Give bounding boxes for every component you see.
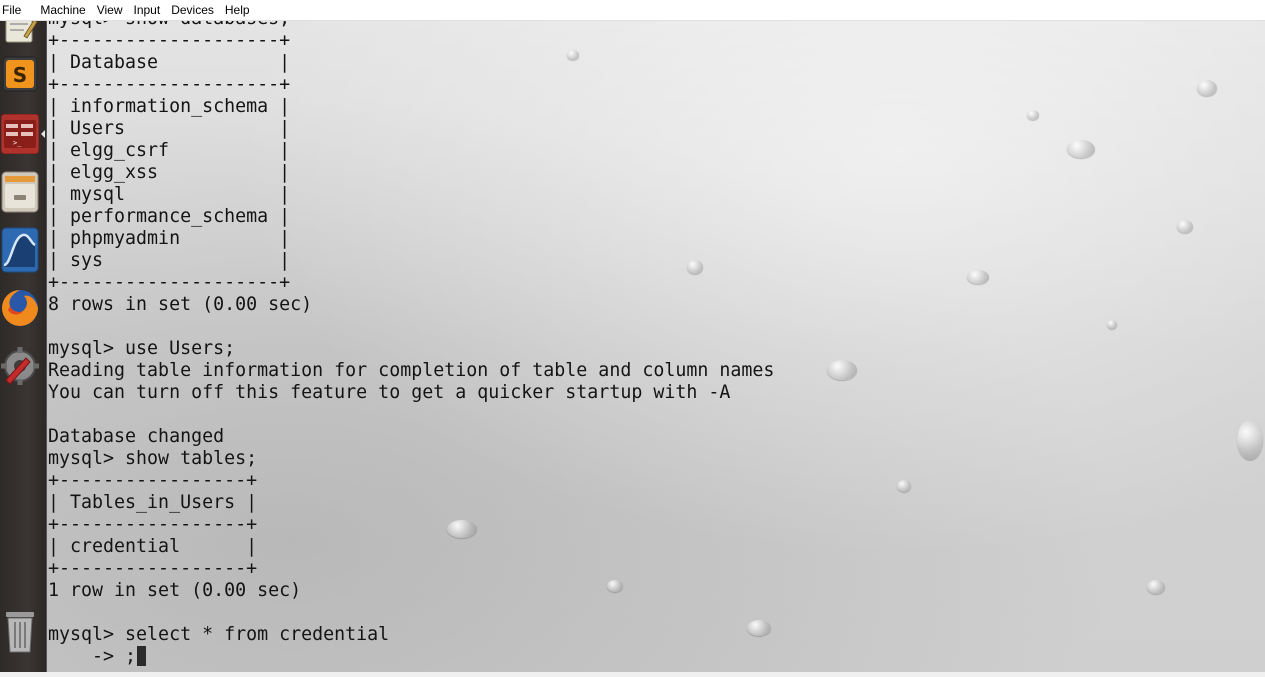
terminal-line: 1 row in set (0.00 sec) (48, 580, 302, 601)
menu-file[interactable]: File (0, 0, 28, 20)
terminal-line: | elgg_csrf | (48, 140, 291, 161)
sublime-text-icon[interactable]: S (0, 48, 40, 100)
terminal-line: mysql> select * from credential (48, 624, 390, 645)
raindrop (1237, 420, 1263, 460)
terminal-line: | performance_schema | (48, 206, 291, 227)
terminal-line: +--------------------+ (48, 74, 291, 95)
raindrop (1147, 580, 1165, 594)
menu-help[interactable]: Help (221, 0, 257, 20)
terminal-input-line[interactable]: -> ; (48, 646, 136, 667)
raindrop (827, 360, 857, 380)
terminal-line: +-----------------+ (48, 470, 258, 491)
terminal-line: mysql> show databases; (48, 20, 290, 29)
terminal-line: Database changed (48, 426, 225, 447)
trash-icon[interactable] (0, 605, 40, 657)
text-cursor (137, 646, 147, 666)
raindrop (1177, 220, 1193, 233)
system-settings-icon[interactable] (0, 340, 40, 392)
raindrop (967, 270, 989, 284)
terminal-line: 8 rows in set (0.00 sec) (48, 294, 313, 315)
raindrop (897, 480, 911, 492)
terminal-line: +-----------------+ (48, 514, 258, 535)
terminal-line: mysql> show tables; (48, 448, 258, 469)
terminal-output: mysql> show databases; +----------------… (48, 20, 774, 668)
vm-menu-bar: File Machine View Input Devices Help (0, 0, 1265, 21)
terminal-line: +--------------------+ (48, 30, 291, 51)
terminal-line: | credential | (48, 536, 258, 557)
terminal-line: mysql> use Users; (48, 338, 236, 359)
launcher-sidebar: S >_ (0, 7, 47, 677)
raindrop (1027, 110, 1039, 120)
terminal-line: | phpmyadmin | (48, 228, 291, 249)
wireshark-icon[interactable] (0, 224, 40, 276)
terminal-line: | information_schema | (48, 96, 291, 117)
terminal-line: | elgg_xss | (48, 162, 291, 183)
menu-input[interactable]: Input (130, 0, 168, 20)
terminal-line: Reading table information for completion… (48, 360, 775, 381)
menu-machine[interactable]: Machine (36, 0, 92, 20)
terminal-line: | Database | (48, 52, 291, 73)
file-manager-icon[interactable] (0, 166, 40, 218)
window-bottom-edge (0, 672, 1265, 677)
terminal-line: +-----------------+ (48, 558, 258, 579)
terminal-window[interactable]: mysql> show databases; +----------------… (47, 20, 1265, 672)
terminal-line: +--------------------+ (48, 272, 291, 293)
terminal-line: | mysql | (48, 184, 291, 205)
terminal-line: You can turn off this feature to get a q… (48, 382, 731, 403)
raindrop (1107, 320, 1117, 329)
firefox-icon[interactable] (0, 282, 40, 334)
menu-view[interactable]: View (93, 0, 130, 20)
svg-text:S: S (13, 63, 27, 87)
raindrop (1197, 80, 1217, 96)
raindrop (1067, 140, 1095, 158)
menu-devices[interactable]: Devices (167, 0, 221, 20)
svg-text:>_: >_ (13, 139, 22, 147)
terminal-line: | Tables_in_Users | (48, 492, 258, 513)
terminal-line: | sys | (48, 250, 291, 271)
terminal-line: | Users | (48, 118, 291, 139)
terminal-icon[interactable]: >_ (0, 108, 45, 160)
